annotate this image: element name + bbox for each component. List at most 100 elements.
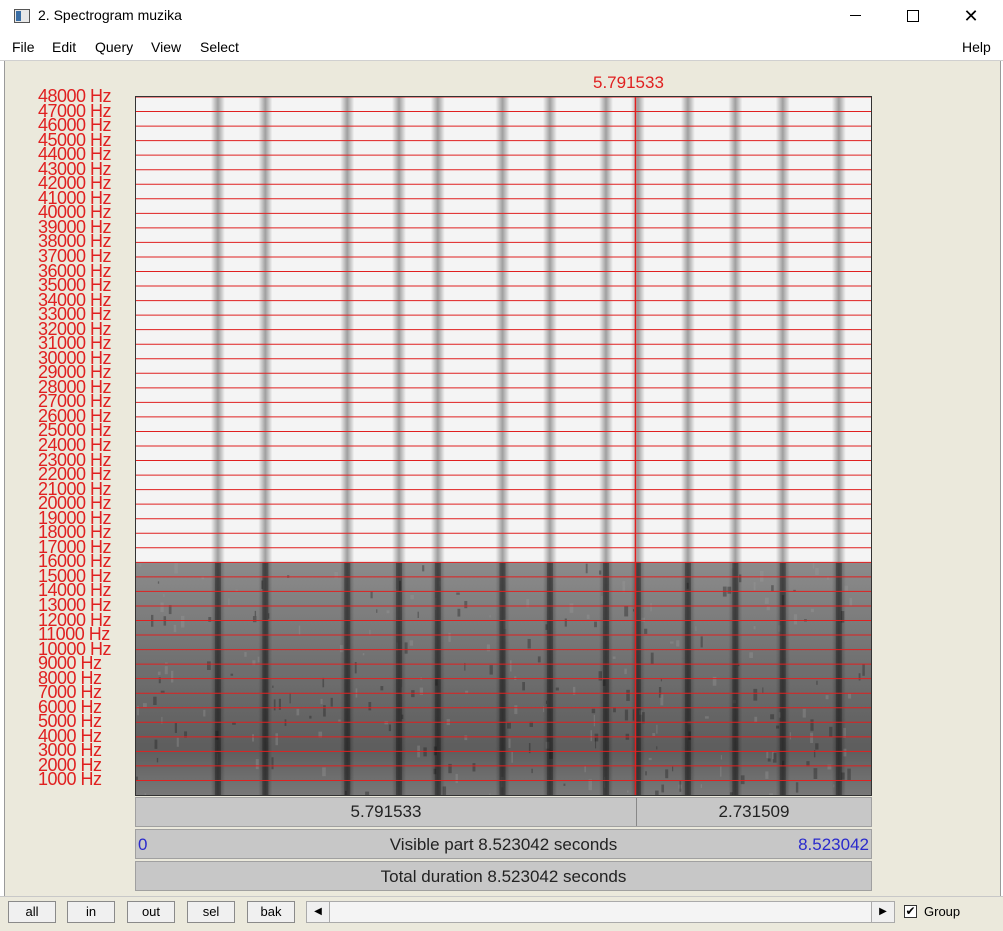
spectrogram-texture [157, 671, 161, 676]
minimize-button[interactable] [832, 0, 878, 32]
zoom-back-button[interactable]: bak [247, 901, 295, 923]
visible-end: 8.523042 [798, 835, 869, 854]
menu-select[interactable]: Select [200, 39, 239, 55]
spectrogram-texture [144, 793, 147, 795]
spectrogram-texture [252, 616, 257, 623]
spectrogram-texture [816, 680, 818, 685]
scroll-right-arrow-icon[interactable]: ▶ [871, 901, 895, 923]
spectrogram-texture [537, 656, 541, 663]
spectrogram-texture [173, 624, 177, 633]
zoom-out-button[interactable]: out [127, 901, 175, 923]
spectrogram-texture [511, 751, 513, 763]
total-duration-bar[interactable]: Total duration 8.523042 seconds [135, 861, 872, 891]
horizontal-scrollbar[interactable] [330, 901, 871, 923]
spectrogram-texture [255, 759, 259, 770]
maximize-icon [907, 9, 919, 22]
spectrogram-texture [700, 636, 703, 648]
menu-file[interactable]: File [12, 39, 35, 55]
spectrogram-texture [230, 673, 234, 676]
spectrogram-texture [766, 606, 770, 611]
spectrogram-texture [772, 751, 774, 760]
spectrogram-texture [388, 724, 392, 732]
spectrogram-texture [591, 708, 596, 714]
spectrogram-texture [764, 597, 769, 604]
zoom-selection-button[interactable]: sel [187, 901, 235, 923]
spectrogram-texture [455, 773, 458, 784]
close-icon: ✕ [963, 6, 979, 26]
menu-edit[interactable]: Edit [52, 39, 76, 55]
spectrogram-texture [813, 768, 818, 779]
spectrogram-texture [296, 708, 300, 716]
spectrogram-view[interactable] [135, 96, 872, 796]
spectrogram-texture [704, 716, 709, 719]
spectrogram-texture [695, 626, 697, 631]
zoom-all-button[interactable]: all [8, 901, 56, 923]
spectrogram-texture [330, 697, 333, 707]
scroll-left-arrow-icon[interactable]: ◀ [306, 901, 330, 923]
spectrogram-canvas[interactable] [136, 97, 871, 795]
spectrogram-texture [679, 780, 682, 792]
spectrogram-texture [624, 709, 629, 721]
spectrogram-texture [848, 693, 852, 699]
spectrogram-texture [849, 598, 853, 607]
spectrogram-texture [795, 782, 799, 793]
spectrogram-texture [762, 687, 764, 693]
spectrogram-texture [489, 665, 493, 675]
visible-part-bar[interactable]: 0 Visible part 8.523042 seconds 8.523042 [135, 829, 872, 859]
spectrogram-texture [770, 714, 775, 720]
spectrogram-texture [771, 585, 774, 592]
spectrogram-texture [812, 562, 815, 569]
spectrogram-texture [767, 758, 771, 762]
title-bar[interactable]: 2. Spectrogram muzika ✕ [0, 0, 1003, 34]
menu-help[interactable]: Help [962, 39, 991, 55]
time-before-cursor[interactable]: 5.791533 [136, 798, 637, 826]
spectrogram-texture [847, 768, 851, 781]
menu-query[interactable]: Query [95, 39, 133, 55]
spectrogram-texture [164, 666, 168, 675]
spectrogram-texture [753, 582, 756, 591]
spectrogram-texture [322, 767, 326, 777]
app-icon [14, 9, 30, 23]
spectrogram-texture [825, 695, 829, 700]
spectrogram-texture [766, 751, 769, 759]
spectrogram-texture [661, 784, 665, 793]
spectrogram-texture [626, 790, 629, 793]
group-checkbox[interactable]: ✔ [904, 905, 917, 918]
spectrogram-texture [564, 618, 567, 627]
menu-view[interactable]: View [151, 39, 181, 55]
spectrogram-texture [448, 763, 452, 774]
spectrogram-texture [765, 771, 769, 779]
spectrogram-texture [815, 743, 819, 750]
close-button[interactable]: ✕ [948, 0, 994, 32]
spectrogram-texture [789, 732, 791, 740]
spectrogram-texture [298, 625, 301, 636]
spectrogram-texture [594, 621, 597, 628]
spectrogram-texture [489, 793, 491, 795]
spectrogram-texture [160, 690, 165, 693]
zoom-in-button[interactable]: in [67, 901, 115, 923]
spectrogram-texture [422, 565, 425, 572]
spectrogram-texture [457, 608, 461, 617]
spectrogram-texture [386, 610, 390, 614]
spectrogram-texture [273, 699, 276, 711]
spectrogram-texture [624, 668, 627, 675]
spectrogram-texture [810, 608, 814, 613]
spectrogram-texture [254, 610, 257, 617]
spectrogram-texture [759, 570, 764, 582]
spectrogram-texture [665, 769, 669, 779]
bottom-toolbar: all in out sel bak ◀ ▶ ✔ Group [0, 896, 1003, 931]
spectrogram-texture [827, 764, 832, 770]
selection-time-bar: 5.791533 2.731509 [135, 797, 872, 827]
spectrogram-texture [472, 763, 476, 772]
spectrogram-texture [206, 661, 211, 671]
spectrogram-texture [410, 595, 414, 600]
window-title: 2. Spectrogram muzika [38, 7, 182, 23]
spectrogram-texture [156, 757, 159, 763]
spectrogram-texture [531, 768, 533, 774]
spectrogram-texture [456, 592, 460, 595]
spectrogram-texture [464, 600, 468, 609]
spectrogram-texture [171, 670, 174, 683]
spectrogram-texture [486, 644, 490, 652]
maximize-button[interactable] [890, 0, 936, 32]
time-after-cursor[interactable]: 2.731509 [637, 798, 871, 826]
